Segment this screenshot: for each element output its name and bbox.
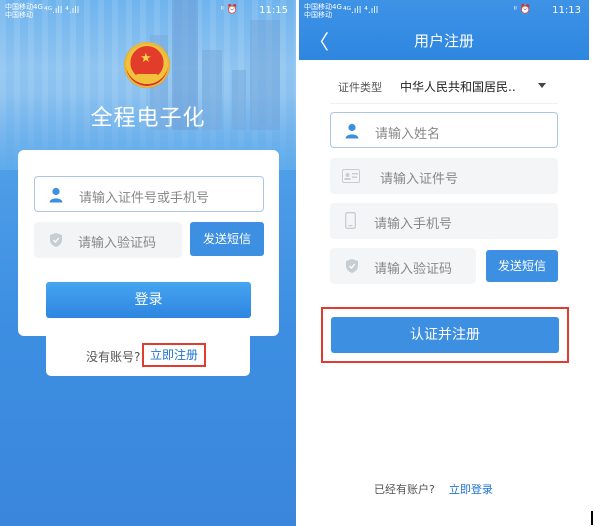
status-bar: 中国移动4G 中国移动 ⁴ᴳ.ıll ⁴.ıll ᵎᵎ ⏰ 11:15	[0, 0, 296, 22]
id-type-value: 中华人民共和国居民..	[400, 80, 516, 94]
have-account-text: 已经有账户?	[374, 483, 435, 496]
signal-icon: ⁴ᴳ.ıll ⁴.ıll	[44, 6, 80, 16]
no-account-text: 没有账号?	[86, 350, 141, 364]
register-prompt: 没有账号? 立即注册	[46, 336, 250, 376]
app-title: 全程电子化	[90, 106, 206, 131]
carrier-line-2: 中国移动	[5, 11, 33, 19]
login-link[interactable]: 立即登录	[449, 483, 493, 496]
register-link[interactable]: 立即注册	[142, 343, 207, 367]
verify-button-highlight: 认证并注册	[321, 307, 569, 363]
status-bar: 中国移动4G 中国移动 ⁴ᴳ.ıll ⁴.ıll ᵎᵎ ⏰ 11:13	[299, 0, 589, 22]
verification-code-input[interactable]: 请输入验证码	[330, 248, 476, 284]
page-title: 用户注册	[413, 32, 474, 50]
shield-icon	[50, 233, 62, 247]
id-type-label: 证件类型	[338, 81, 382, 94]
id-card-icon	[342, 169, 360, 183]
verification-code-input[interactable]: 请输入验证码	[34, 222, 182, 258]
phone-icon	[345, 212, 356, 229]
carrier-line-1: 中国移动4G	[304, 3, 342, 11]
person-icon	[345, 123, 359, 139]
clock: 11:13	[552, 5, 581, 16]
login-card: 请输入证件号或手机号 请输入验证码 发送短信 登录	[18, 150, 279, 336]
carrier-text: 中国移动4G 中国移动	[5, 3, 43, 19]
id-type-select[interactable]: 证件类型 中华人民共和国居民..	[330, 66, 558, 104]
id-number-input[interactable]: 请输入证件号	[330, 158, 558, 194]
status-icons: ᵎᵎ ⏰	[513, 5, 531, 15]
login-button[interactable]: 登录	[46, 282, 251, 318]
code-placeholder: 请输入验证码	[78, 236, 157, 251]
register-screen: 中国移动4G 中国移动 ⁴ᴳ.ıll ⁴.ıll ᵎᵎ ⏰ 11:13 〈 用户…	[299, 0, 589, 526]
person-icon	[49, 187, 63, 203]
account-input[interactable]: 请输入证件号或手机号	[34, 176, 264, 212]
shield-icon	[346, 259, 358, 273]
account-placeholder: 请输入证件号或手机号	[79, 191, 210, 206]
login-screen: 中国移动4G 中国移动 ⁴ᴳ.ıll ⁴.ıll ᵎᵎ ⏰ 11:15 ★ 全程…	[0, 0, 296, 526]
login-prompt: 已经有账户? 立即登录	[374, 481, 493, 497]
code-placeholder: 请输入验证码	[374, 262, 453, 277]
id-placeholder: 请输入证件号	[380, 172, 459, 187]
send-sms-button[interactable]: 发送短信	[486, 250, 558, 282]
clock: 11:15	[259, 5, 288, 16]
caret-down-icon	[538, 83, 546, 88]
carrier-line-2: 中国移动	[304, 11, 332, 19]
phone-input[interactable]: 请输入手机号	[330, 203, 558, 239]
name-input[interactable]: 请输入姓名	[330, 112, 558, 148]
register-header: 中国移动4G 中国移动 ⁴ᴳ.ıll ⁴.ıll ᵎᵎ ⏰ 11:13 〈 用户…	[299, 0, 589, 60]
name-placeholder: 请输入姓名	[375, 127, 441, 142]
carrier-line-1: 中国移动4G	[5, 3, 43, 11]
send-sms-button[interactable]: 发送短信	[190, 222, 264, 256]
text-cursor	[591, 511, 593, 525]
status-icons: ᵎᵎ ⏰	[220, 5, 238, 15]
carrier-text: 中国移动4G 中国移动	[304, 3, 342, 19]
emblem-icon: ★	[124, 42, 170, 88]
verify-register-button[interactable]: 认证并注册	[331, 317, 559, 353]
signal-icon: ⁴ᴳ.ıll ⁴.ıll	[343, 6, 379, 16]
phone-placeholder: 请输入手机号	[374, 217, 453, 232]
